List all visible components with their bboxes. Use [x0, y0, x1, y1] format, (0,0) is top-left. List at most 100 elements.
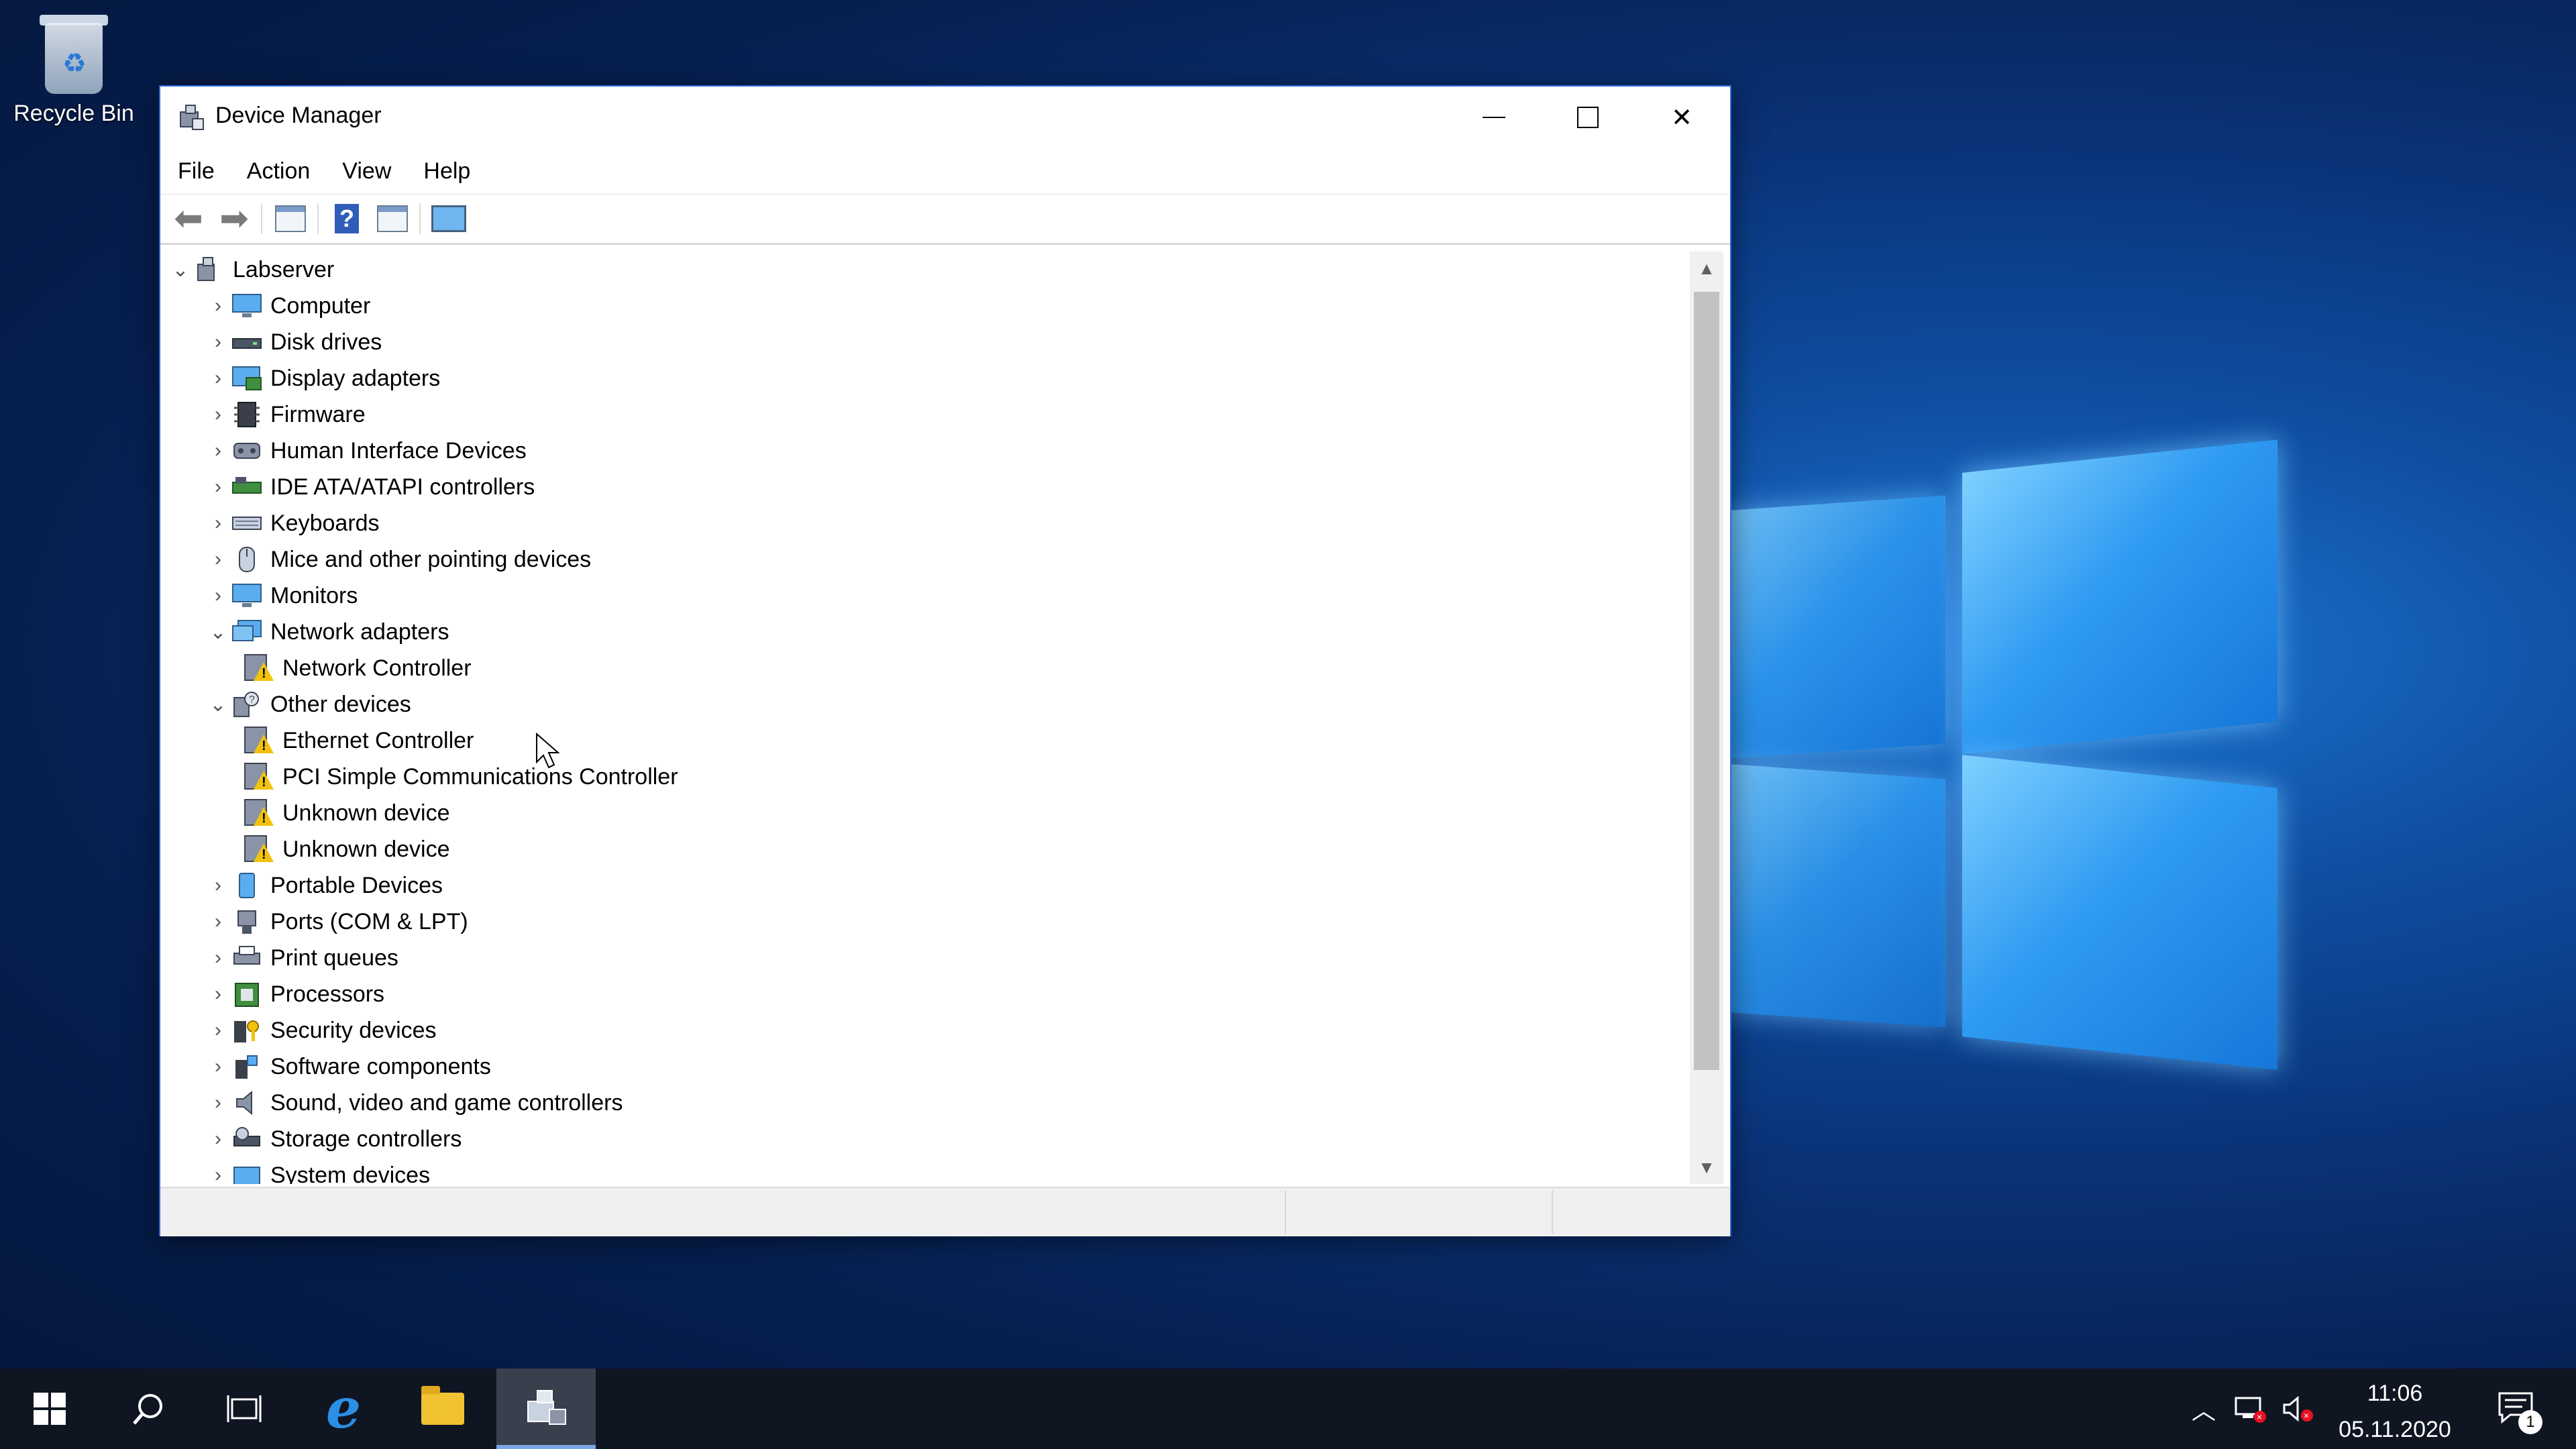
tree-item-keyboards[interactable]: › Keyboards: [205, 505, 380, 541]
tree-item-print-queues[interactable]: › Print queues: [205, 940, 398, 976]
taskbar-clock[interactable]: 11:06 05.11.2020: [2321, 1375, 2469, 1448]
chevron-right-icon[interactable]: ›: [205, 1164, 231, 1184]
chevron-right-icon[interactable]: ›: [205, 910, 231, 933]
menu-help[interactable]: Help: [423, 158, 470, 184]
tree-item-sound-video-game-controllers[interactable]: › Sound, video and game controllers: [205, 1085, 623, 1121]
recycle-bin-label: Recycle Bin: [13, 101, 134, 126]
chevron-right-icon[interactable]: ›: [205, 1055, 231, 1078]
chevron-right-icon[interactable]: ›: [205, 548, 231, 571]
taskbar: e ︿ × × 11:06 05.11.2020 1: [0, 1368, 2576, 1449]
tree-item-pci-simple-communications-controller[interactable]: ! PCI Simple Communications Controller: [244, 759, 678, 795]
chevron-right-icon[interactable]: ›: [205, 1019, 231, 1042]
search-icon: [133, 1394, 162, 1425]
show-hide-console-tree-button[interactable]: [273, 201, 308, 236]
toolbar-separator: [419, 203, 421, 234]
tree-item-firmware[interactable]: › Firmware: [205, 396, 366, 433]
properties-button[interactable]: [375, 201, 410, 236]
network-disconnected-icon: ×: [2235, 1397, 2266, 1423]
maximize-button[interactable]: [1541, 87, 1635, 148]
tree-item-network-controller[interactable]: ! Network Controller: [244, 650, 472, 686]
firmware-icon: [231, 401, 262, 428]
vertical-scrollbar[interactable]: ▲ ▼: [1690, 252, 1723, 1184]
device-manager-window: Device Manager ✕ File Action View Help ⬅…: [159, 85, 1731, 1236]
warning-device-icon: !: [244, 727, 274, 754]
recycle-bin-shortcut[interactable]: ♻ Recycle Bin: [7, 9, 141, 127]
tree-item-label: Monitors: [270, 582, 358, 608]
chevron-right-icon[interactable]: ›: [205, 983, 231, 1006]
title-bar[interactable]: Device Manager ✕: [160, 87, 1730, 148]
tree-item-disk-drives[interactable]: › Disk drives: [205, 324, 382, 360]
chevron-down-icon[interactable]: ⌄: [205, 693, 231, 716]
chevron-right-icon[interactable]: ›: [205, 331, 231, 354]
warning-device-icon: !: [244, 654, 274, 682]
tree-item-other-devices[interactable]: ⌄ ? Other devices: [205, 686, 411, 722]
chevron-up-icon: ▲: [1698, 258, 1715, 278]
chevron-right-icon[interactable]: ›: [205, 1091, 231, 1114]
tree-item-unknown-device[interactable]: ! Unknown device: [244, 795, 449, 831]
scroll-down-button[interactable]: ▼: [1690, 1150, 1723, 1184]
chevron-right-icon[interactable]: ›: [205, 1128, 231, 1150]
tree-item-processors[interactable]: › Processors: [205, 976, 384, 1012]
chevron-right-icon[interactable]: ›: [205, 584, 231, 607]
tree-item-label: Keyboards: [270, 510, 380, 536]
chevron-down-icon[interactable]: ⌄: [205, 621, 231, 644]
tree-item-human-interface-devices[interactable]: › Human Interface Devices: [205, 433, 527, 469]
scroll-up-button[interactable]: ▲: [1690, 252, 1723, 285]
close-button[interactable]: ✕: [1635, 87, 1729, 148]
tree-item-mice[interactable]: › Mice and other pointing devices: [205, 541, 591, 578]
tree-item-system-devices[interactable]: › System devices: [205, 1157, 430, 1184]
chevron-right-icon[interactable]: ›: [205, 439, 231, 462]
tree-item-label: Ports (COM & LPT): [270, 908, 468, 934]
software-component-icon: [231, 1053, 262, 1080]
minimize-button[interactable]: [1447, 87, 1541, 148]
portable-device-icon: [231, 872, 262, 899]
search-button[interactable]: [99, 1368, 199, 1449]
tree-item-storage-controllers[interactable]: › Storage controllers: [205, 1121, 462, 1157]
menu-action[interactable]: Action: [247, 158, 311, 184]
tree-item-display-adapters[interactable]: › Display adapters: [205, 360, 440, 396]
action-center-button[interactable]: 1: [2489, 1381, 2542, 1434]
task-view-button[interactable]: [195, 1368, 294, 1449]
tree-item-ethernet-controller[interactable]: ! Ethernet Controller: [244, 722, 474, 759]
tree-item-label: System devices: [270, 1162, 431, 1185]
start-button[interactable]: [0, 1368, 99, 1449]
scan-hardware-button[interactable]: [431, 201, 466, 236]
tree-item-software-components[interactable]: › Software components: [205, 1049, 491, 1085]
chevron-right-icon[interactable]: ›: [205, 947, 231, 969]
window-title: Device Manager: [215, 103, 382, 128]
tree-item-label: Unknown device: [282, 800, 450, 826]
internet-explorer-button[interactable]: e: [294, 1368, 393, 1449]
menu-view[interactable]: View: [342, 158, 391, 184]
tree-item-ide-ata-atapi-controllers[interactable]: › IDE ATA/ATAPI controllers: [205, 469, 535, 505]
tree-item-portable-devices[interactable]: › Portable Devices: [205, 867, 443, 904]
chevron-right-icon[interactable]: ›: [205, 367, 231, 390]
tree-item-monitors[interactable]: › Monitors: [205, 578, 358, 614]
tree-item-ports[interactable]: › Ports (COM & LPT): [205, 904, 468, 940]
file-explorer-button[interactable]: [393, 1368, 492, 1449]
mouse-cursor-icon: [536, 733, 560, 769]
chevron-right-icon[interactable]: ›: [205, 512, 231, 535]
device-manager-taskbar-button[interactable]: [496, 1368, 596, 1449]
volume-muted-icon: ×: [2283, 1395, 2313, 1422]
tree-item-unknown-device[interactable]: ! Unknown device: [244, 831, 449, 867]
show-hidden-icons-button[interactable]: ︿: [2180, 1368, 2227, 1449]
chevron-right-icon[interactable]: ›: [205, 476, 231, 498]
chevron-right-icon[interactable]: ›: [205, 874, 231, 897]
tree-item-label: Human Interface Devices: [270, 437, 527, 464]
forward-button[interactable]: ➡: [217, 201, 252, 236]
tree-item-security-devices[interactable]: › Security devices: [205, 1012, 437, 1049]
chevron-down-icon[interactable]: ⌄: [167, 258, 194, 282]
system-device-icon: [231, 1162, 262, 1184]
scrollbar-thumb[interactable]: [1694, 292, 1719, 1070]
tree-root[interactable]: ⌄ Labserver: [167, 252, 334, 288]
network-status-button[interactable]: ×: [2227, 1368, 2274, 1449]
tree-item-computer[interactable]: › Computer: [205, 288, 370, 324]
chevron-right-icon[interactable]: ›: [205, 403, 231, 426]
menu-file[interactable]: File: [178, 158, 215, 184]
back-button[interactable]: ⬅: [171, 201, 206, 236]
chevron-right-icon[interactable]: ›: [205, 294, 231, 317]
network-adapter-icon: [231, 619, 262, 645]
volume-button[interactable]: ×: [2274, 1368, 2321, 1449]
help-button[interactable]: ?: [329, 201, 364, 236]
tree-item-network-adapters[interactable]: ⌄ Network adapters: [205, 614, 449, 650]
